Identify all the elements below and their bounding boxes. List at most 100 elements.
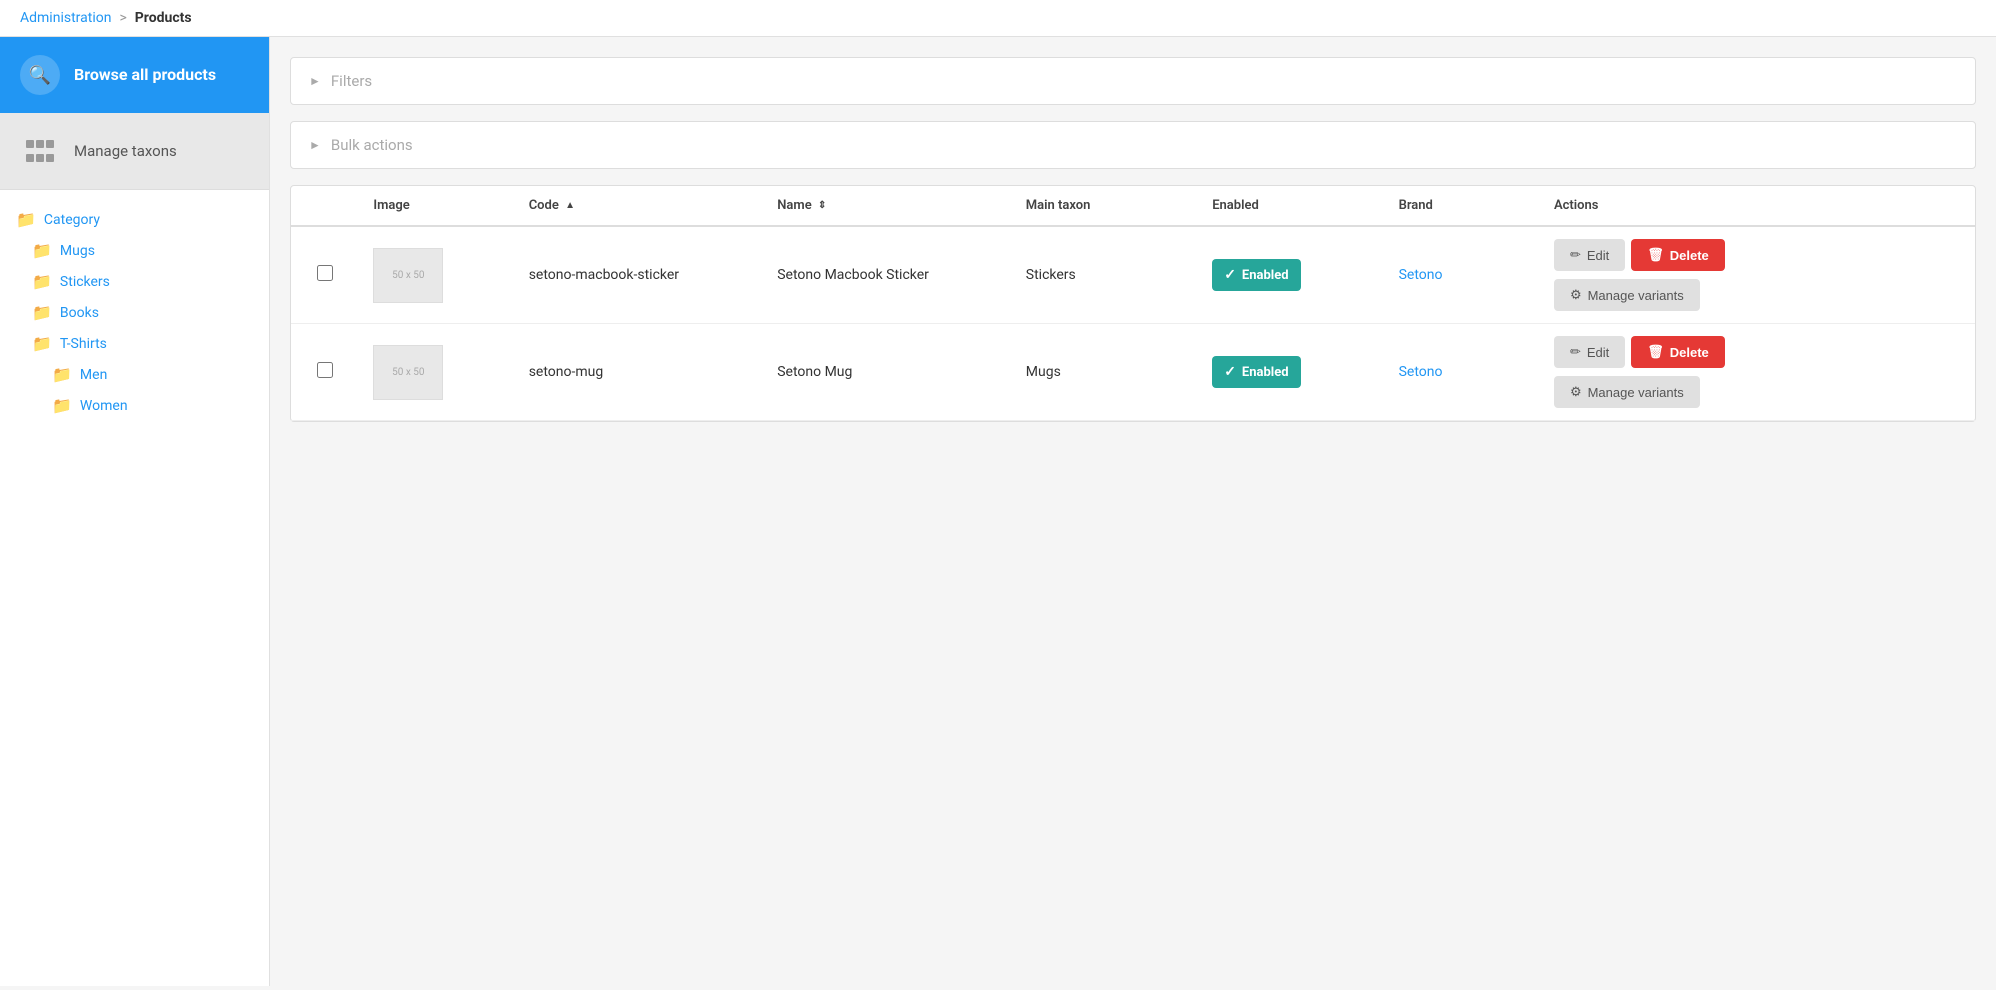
- sidebar-item-women[interactable]: 📁 Women: [0, 390, 269, 421]
- men-link[interactable]: Men: [80, 367, 107, 383]
- product-taxon-cell: Mugs: [1012, 324, 1198, 421]
- product-taxon-cell: Stickers: [1012, 226, 1198, 324]
- edit-button[interactable]: ✏ Edit: [1554, 336, 1625, 368]
- col-header-image: Image: [359, 186, 514, 226]
- table-row: 50 x 50 setono-mug Setono Mug Mugs: [291, 324, 1975, 421]
- breadcrumb-current: Products: [135, 10, 192, 26]
- books-link[interactable]: Books: [60, 305, 99, 321]
- enabled-badge: ✓ Enabled: [1212, 356, 1300, 388]
- product-name-cell: Setono Mug: [763, 324, 1012, 421]
- products-table-panel: Image Code ▲ Name ⇕ Main taxon Enabled: [290, 185, 1976, 422]
- sidebar-item-men[interactable]: 📁 Men: [0, 359, 269, 390]
- col-header-code: Code ▲: [515, 186, 764, 226]
- delete-button[interactable]: 🗑 Delete: [1631, 239, 1725, 271]
- sidebar-item-category[interactable]: 📁 Category: [0, 204, 269, 235]
- row-checkbox[interactable]: [317, 362, 333, 378]
- folder-icon: 📁: [16, 210, 36, 229]
- trash-icon: 🗑: [1647, 344, 1664, 360]
- col-header-checkbox: [291, 186, 359, 226]
- brand-link[interactable]: Setono: [1399, 364, 1443, 380]
- sidebar-item-stickers[interactable]: 📁 Stickers: [0, 266, 269, 297]
- mugs-link[interactable]: Mugs: [60, 243, 95, 259]
- breadcrumb: Administration > Products: [0, 0, 1996, 37]
- edit-button[interactable]: ✏ Edit: [1554, 239, 1625, 271]
- product-image: 50 x 50: [373, 248, 443, 303]
- col-header-main-taxon: Main taxon: [1012, 186, 1198, 226]
- product-image: 50 x 50: [373, 345, 443, 400]
- table-row: 50 x 50 setono-macbook-sticker Setono Ma…: [291, 226, 1975, 324]
- product-image-cell: 50 x 50: [359, 226, 514, 324]
- folder-icon: 📁: [52, 396, 72, 415]
- search-icon: 🔍: [20, 55, 60, 95]
- action-row-2: ⚙ Manage variants: [1554, 376, 1700, 408]
- bulk-actions-arrow-icon: ►: [309, 138, 321, 152]
- filters-title: Filters: [331, 72, 372, 90]
- filters-arrow-icon: ►: [309, 74, 321, 88]
- folder-icon: 📁: [32, 272, 52, 291]
- product-actions-cell: ✏ Edit 🗑 Delete: [1540, 324, 1975, 421]
- sidebar-tree: 📁 Category 📁 Mugs 📁 Stickers 📁 Books 📁 T…: [0, 190, 269, 435]
- manage-variants-button[interactable]: ⚙ Manage variants: [1554, 279, 1700, 311]
- products-table: Image Code ▲ Name ⇕ Main taxon Enabled: [291, 186, 1975, 421]
- brand-link[interactable]: Setono: [1399, 267, 1443, 283]
- trash-icon: 🗑: [1647, 247, 1664, 263]
- action-row-1: ✏ Edit 🗑 Delete: [1554, 239, 1725, 271]
- row-checkbox-cell: [291, 226, 359, 324]
- delete-button[interactable]: 🗑 Delete: [1631, 336, 1725, 368]
- tshirts-link[interactable]: T-Shirts: [60, 336, 107, 352]
- product-enabled-cell: ✓ Enabled: [1198, 324, 1384, 421]
- bulk-actions-panel: ► Bulk actions: [290, 121, 1976, 169]
- row-checkbox-cell: [291, 324, 359, 421]
- pencil-icon: ✏: [1570, 344, 1581, 360]
- folder-icon: 📁: [32, 303, 52, 322]
- action-row-2: ⚙ Manage variants: [1554, 279, 1700, 311]
- product-brand-cell: Setono: [1385, 226, 1540, 324]
- sidebar-item-books[interactable]: 📁 Books: [0, 297, 269, 328]
- col-header-name[interactable]: Name ⇕: [763, 186, 1012, 226]
- product-code-cell: setono-mug: [515, 324, 764, 421]
- product-name-cell: Setono Macbook Sticker: [763, 226, 1012, 324]
- sidebar: 🔍 Browse all products Manage taxons 📁: [0, 37, 270, 986]
- filters-panel-header[interactable]: ► Filters: [291, 58, 1975, 104]
- actions-container: ✏ Edit 🗑 Delete: [1554, 239, 1961, 311]
- table-wrap: Image Code ▲ Name ⇕ Main taxon Enabled: [291, 186, 1975, 421]
- stickers-link[interactable]: Stickers: [60, 274, 110, 290]
- product-code-cell: setono-macbook-sticker: [515, 226, 764, 324]
- folder-icon: 📁: [32, 241, 52, 260]
- enabled-badge: ✓ Enabled: [1212, 259, 1300, 291]
- bulk-actions-title: Bulk actions: [331, 136, 413, 154]
- actions-container: ✏ Edit 🗑 Delete: [1554, 336, 1961, 408]
- browse-label: Browse all products: [74, 65, 216, 86]
- category-link[interactable]: Category: [44, 212, 100, 228]
- col-header-enabled: Enabled: [1198, 186, 1384, 226]
- row-checkbox[interactable]: [317, 265, 333, 281]
- browse-all-products-button[interactable]: 🔍 Browse all products: [0, 37, 269, 113]
- sort-both-icon: ⇕: [818, 200, 826, 211]
- manage-variants-button[interactable]: ⚙ Manage variants: [1554, 376, 1700, 408]
- col-header-actions: Actions: [1540, 186, 1975, 226]
- women-link[interactable]: Women: [80, 398, 128, 414]
- product-brand-cell: Setono: [1385, 324, 1540, 421]
- manage-taxons-button[interactable]: Manage taxons: [0, 113, 269, 190]
- sort-icon: ▲: [565, 200, 575, 211]
- product-image-cell: 50 x 50: [359, 324, 514, 421]
- manage-label: Manage taxons: [74, 142, 177, 160]
- breadcrumb-admin-link[interactable]: Administration: [20, 10, 111, 26]
- col-header-brand: Brand: [1385, 186, 1540, 226]
- pencil-icon: ✏: [1570, 247, 1581, 263]
- product-actions-cell: ✏ Edit 🗑 Delete: [1540, 226, 1975, 324]
- main-content: ► Filters ► Bulk actions Image: [270, 37, 1996, 986]
- variants-icon: ⚙: [1570, 287, 1582, 303]
- sidebar-item-tshirts[interactable]: 📁 T-Shirts: [0, 328, 269, 359]
- check-icon: ✓: [1224, 267, 1236, 283]
- folder-icon: 📁: [32, 334, 52, 353]
- bulk-actions-panel-header[interactable]: ► Bulk actions: [291, 122, 1975, 168]
- taxons-icon: [20, 131, 60, 171]
- check-icon: ✓: [1224, 364, 1236, 380]
- product-enabled-cell: ✓ Enabled: [1198, 226, 1384, 324]
- variants-icon: ⚙: [1570, 384, 1582, 400]
- folder-icon: 📁: [52, 365, 72, 384]
- sidebar-item-mugs[interactable]: 📁 Mugs: [0, 235, 269, 266]
- breadcrumb-separator: >: [119, 10, 126, 26]
- action-row-1: ✏ Edit 🗑 Delete: [1554, 336, 1725, 368]
